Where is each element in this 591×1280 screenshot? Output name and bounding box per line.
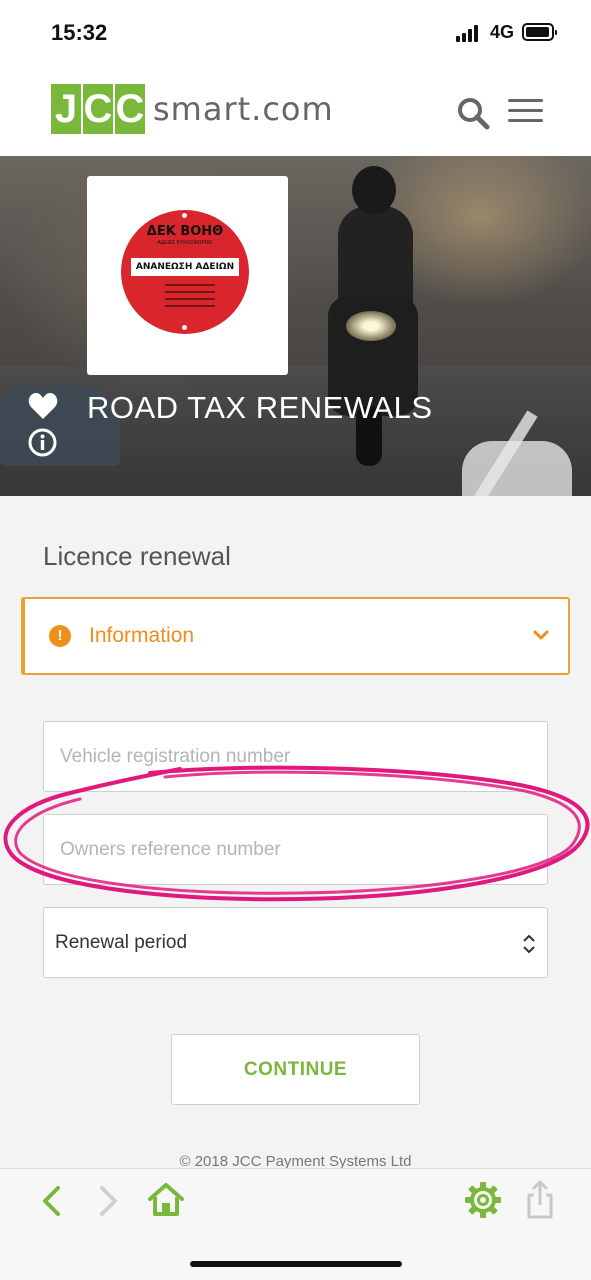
logo-letter: C xyxy=(83,84,113,134)
badge-top-text: ΔΕΚ ΒΟΗΘ xyxy=(146,224,224,239)
renewal-period-label: Renewal period xyxy=(55,932,188,953)
owners-reference-input[interactable] xyxy=(43,814,548,885)
information-panel[interactable]: ! Information xyxy=(21,597,570,675)
network-type: 4G xyxy=(490,22,515,42)
menu-icon[interactable] xyxy=(508,99,543,123)
status-time: 15:32 xyxy=(51,20,108,45)
badge-small-text: ΑΔΕΙΕΣ ΚΥΚΛΟΦΟΡΙΑΣ xyxy=(157,240,213,246)
warning-icon: ! xyxy=(49,625,71,647)
signal-icon xyxy=(456,24,482,42)
logo-text: smart.com xyxy=(153,90,334,128)
renewal-period-select[interactable]: Renewal period xyxy=(43,907,548,978)
page-title: ROAD TAX RENEWALS xyxy=(87,390,433,425)
battery-icon xyxy=(522,23,557,41)
copyright-text: © 2018 JCC Payment Systems Ltd xyxy=(179,1153,412,1169)
app-header: J C C smart.com xyxy=(0,64,591,156)
back-icon[interactable] xyxy=(38,1185,64,1217)
forward-icon[interactable] xyxy=(96,1185,122,1217)
settings-icon[interactable] xyxy=(464,1181,502,1219)
logo-letter: C xyxy=(115,84,145,134)
logo-letters: J C C xyxy=(51,84,147,134)
logo-letter: J xyxy=(51,84,81,134)
share-icon[interactable] xyxy=(524,1179,556,1219)
chevron-down-icon[interactable] xyxy=(533,629,549,641)
info-icon[interactable] xyxy=(28,428,57,457)
search-icon[interactable] xyxy=(456,96,490,130)
section-title: Licence renewal xyxy=(43,541,231,571)
home-indicator[interactable] xyxy=(190,1261,402,1267)
hero-banner: ΔΕΚ ΒΟΗΘ ΑΔΕΙΕΣ ΚΥΚΛΟΦΟΡΙΑΣ ΑΝΑΝΕΩΣΗ ΑΔΕ… xyxy=(0,156,591,496)
bottom-toolbar xyxy=(0,1168,591,1280)
service-logo-card: ΔΕΚ ΒΟΗΘ ΑΔΕΙΕΣ ΚΥΚΛΟΦΟΡΙΑΣ ΑΝΑΝΕΩΣΗ ΑΔΕ… xyxy=(87,176,288,375)
jcc-logo[interactable]: J C C smart.com xyxy=(51,84,334,134)
select-arrows-icon xyxy=(523,935,535,953)
vehicle-registration-input[interactable] xyxy=(43,721,548,792)
continue-button[interactable]: CONTINUE xyxy=(171,1034,420,1105)
badge-label: ΑΝΑΝΕΩΣΗ ΑΔΕΙΩΝ xyxy=(131,258,239,276)
information-label: Information xyxy=(89,624,195,647)
home-icon[interactable] xyxy=(147,1181,185,1217)
heart-icon[interactable] xyxy=(28,392,58,420)
status-bar: 15:32 4G xyxy=(0,0,591,64)
road-tax-badge: ΔΕΚ ΒΟΗΘ ΑΔΕΙΕΣ ΚΥΚΛΟΦΟΡΙΑΣ ΑΝΑΝΕΩΣΗ ΑΔΕ… xyxy=(121,210,249,334)
